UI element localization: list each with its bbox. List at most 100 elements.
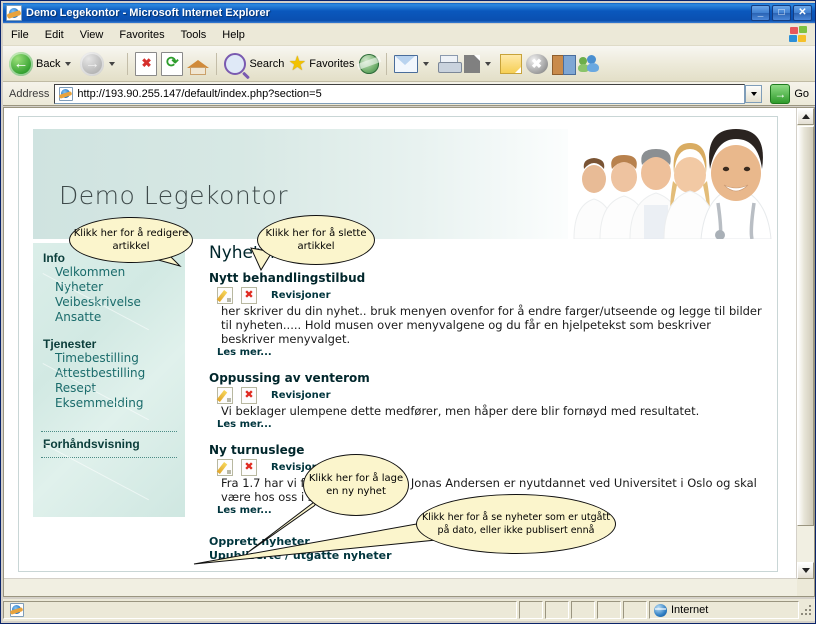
resize-grip[interactable] xyxy=(799,603,813,617)
sidebar-item-velkommen[interactable]: Velkommen xyxy=(55,265,185,280)
close-button[interactable]: ✕ xyxy=(793,5,812,21)
forward-icon: → xyxy=(80,51,105,76)
print-button[interactable] xyxy=(436,49,462,79)
history-button[interactable] xyxy=(357,49,381,79)
vertical-scrollbar[interactable] xyxy=(796,108,814,579)
address-url-text: http://193.90.255.147/default/index.php?… xyxy=(77,87,322,100)
toolbar: ← Back → Search ★ Favorites xyxy=(3,46,815,82)
sidebar-item-forhandsvisning[interactable]: Forhåndsvisning xyxy=(33,437,185,451)
edit-page-button[interactable] xyxy=(462,49,498,79)
search-button[interactable]: Search xyxy=(222,49,286,79)
security-zone[interactable]: Internet xyxy=(649,601,799,619)
toolbar-separator xyxy=(216,52,218,75)
menu-favorites[interactable]: Favorites xyxy=(111,26,172,44)
delete-article-icon[interactable] xyxy=(241,286,257,304)
refresh-icon xyxy=(161,51,184,76)
status-message-area xyxy=(3,601,517,619)
search-icon xyxy=(224,52,247,75)
callout-edit-article-text: Klikk her for å redigere artikkel xyxy=(73,228,189,252)
back-dropdown-icon[interactable] xyxy=(65,61,72,66)
windows-flag-icon xyxy=(789,25,809,44)
close-icon: ✕ xyxy=(798,7,807,18)
news-title: Nytt behandlingstilbud xyxy=(209,271,366,285)
minimize-button[interactable]: _ xyxy=(751,5,770,21)
status-cell-3 xyxy=(571,601,595,619)
revisions-link[interactable]: Revisjoner xyxy=(271,290,331,301)
sidebar-divider-top xyxy=(41,431,177,432)
edit-article-icon[interactable] xyxy=(217,386,233,404)
sidebar-item-ansatte[interactable]: Ansatte xyxy=(55,310,185,325)
mail-button[interactable] xyxy=(392,49,436,79)
address-input[interactable]: http://193.90.255.147/default/index.php?… xyxy=(54,83,746,104)
sidebar-item-attestbestilling[interactable]: Attestbestilling xyxy=(55,366,185,381)
menu-tools[interactable]: Tools xyxy=(173,26,215,44)
callout-edit-article: Klikk her for å redigere artikkel xyxy=(69,217,193,263)
forward-button[interactable]: → xyxy=(78,49,122,79)
news-title: Oppussing av venterom xyxy=(209,371,370,385)
address-bar: Address http://193.90.255.147/default/in… xyxy=(3,82,815,106)
sidebar-group-tjenester: Tjenester xyxy=(43,337,97,351)
delete-article-icon[interactable] xyxy=(241,386,257,404)
status-cell-5 xyxy=(623,601,647,619)
edit-article-icon[interactable] xyxy=(217,458,233,476)
unpublished-news-link[interactable]: Upubliserte / utgåtte nyheter xyxy=(209,549,392,563)
menu-view[interactable]: View xyxy=(72,26,112,44)
internet-explorer-icon xyxy=(6,5,22,21)
menu-file[interactable]: File xyxy=(3,26,37,44)
notes-button[interactable] xyxy=(498,49,524,79)
mail-dropdown-icon[interactable] xyxy=(422,61,429,66)
home-button[interactable] xyxy=(185,49,211,79)
news-item: Oppussing av venterom Revisjoner Vi bekl… xyxy=(209,371,763,430)
messenger-button[interactable] xyxy=(576,49,602,79)
maximize-button[interactable]: □ xyxy=(772,5,791,21)
news-tools: Revisjoner xyxy=(209,386,763,404)
status-page-icon xyxy=(10,603,24,617)
toolbar-separator xyxy=(127,52,129,75)
menu-edit[interactable]: Edit xyxy=(37,26,72,44)
sidebar-links-tjenester: Timebestilling Attestbestilling Resept E… xyxy=(33,351,185,411)
forward-dropdown-icon[interactable] xyxy=(109,61,116,66)
read-more-link[interactable]: Les mer... xyxy=(209,419,763,430)
menu-bar: File Edit View Favorites Tools Help xyxy=(3,24,815,46)
sidebar-item-nyheter[interactable]: Nyheter xyxy=(55,280,185,295)
sidebar-divider-bottom xyxy=(41,457,177,458)
news-title: Ny turnuslege xyxy=(209,443,305,457)
toolbar-separator xyxy=(385,52,387,75)
revisions-link[interactable]: Revisjoner xyxy=(271,390,331,401)
delete-article-icon[interactable] xyxy=(241,458,257,476)
scroll-down-button[interactable] xyxy=(797,562,814,579)
sidebar-item-eksemmelding[interactable]: Eksemmelding xyxy=(55,396,185,411)
history-icon xyxy=(358,53,379,74)
back-button[interactable]: ← Back xyxy=(7,49,78,79)
edit-article-icon[interactable] xyxy=(217,286,233,304)
research-button[interactable] xyxy=(550,49,576,79)
sidebar-item-veibeskrivelse[interactable]: Veibeskrivelse xyxy=(55,295,185,310)
site-sidebar: Info Velkommen Nyheter Veibeskrivelse An… xyxy=(4,243,185,579)
go-button[interactable]: → Go xyxy=(770,83,809,104)
edit-dropdown-icon[interactable] xyxy=(484,61,491,66)
browser-viewport: Demo Legekontor Info Velkommen Nyheter V… xyxy=(3,107,815,597)
callout-create-news-text: Klikk her for å lage en ny nyhet xyxy=(308,473,404,497)
search-label: Search xyxy=(249,57,285,70)
page-icon xyxy=(59,86,74,101)
create-news-link[interactable]: Opprett nyheter xyxy=(209,535,392,549)
scroll-up-button[interactable] xyxy=(797,108,814,125)
read-more-link[interactable]: Les mer... xyxy=(209,347,763,358)
horizontal-scrollbar[interactable] xyxy=(4,578,797,596)
sidebar-item-resept[interactable]: Resept xyxy=(55,381,185,396)
maximize-icon: □ xyxy=(778,7,785,18)
vertical-scroll-thumb[interactable] xyxy=(797,126,814,526)
news-item: Nytt behandlingstilbud Revisjoner her sk… xyxy=(209,271,763,358)
messenger-block-button[interactable]: ✖ xyxy=(524,49,550,79)
callout-unpublished-news-text: Klikk her for å se nyheter som er utgått… xyxy=(422,512,610,536)
stop-button[interactable] xyxy=(133,49,159,79)
favorites-button[interactable]: ★ Favorites xyxy=(286,49,356,79)
sidebar-item-timebestilling[interactable]: Timebestilling xyxy=(55,351,185,366)
web-page: Demo Legekontor Info Velkommen Nyheter V… xyxy=(4,108,797,579)
status-cell-1 xyxy=(519,601,543,619)
menu-help[interactable]: Help xyxy=(214,26,253,44)
go-label: Go xyxy=(794,87,809,100)
address-dropdown-button[interactable] xyxy=(745,84,763,103)
refresh-button[interactable] xyxy=(159,49,185,79)
sidebar-links-info: Velkommen Nyheter Veibeskrivelse Ansatte xyxy=(33,265,185,325)
